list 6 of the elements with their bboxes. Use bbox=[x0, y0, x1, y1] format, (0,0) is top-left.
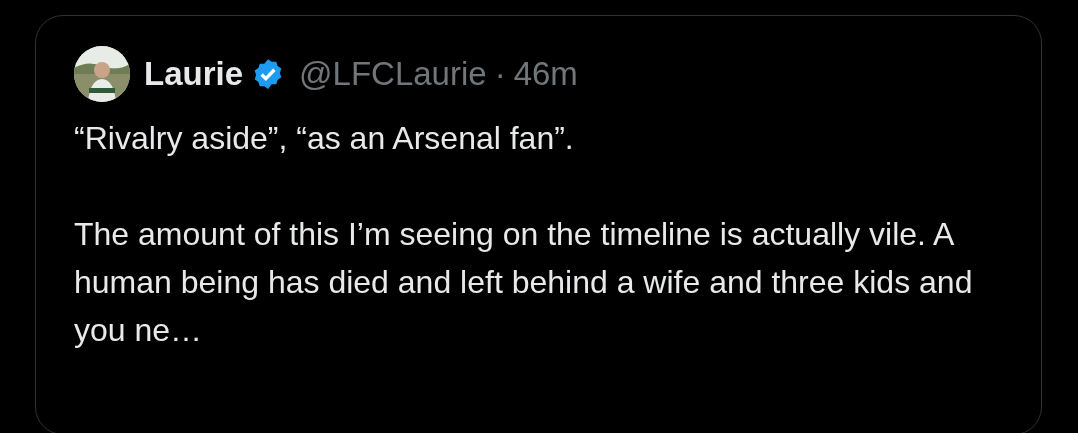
author-name[interactable]: Laurie bbox=[144, 55, 244, 93]
post-time[interactable]: 46m bbox=[513, 55, 578, 93]
author-handle[interactable]: @LFCLaurie bbox=[299, 55, 487, 93]
post-text: “Rivalry aside”, “as an Arsenal fan”. bbox=[74, 119, 575, 158]
separator: · bbox=[494, 55, 506, 93]
post-text: The amount of this I’m seeing on the timeline is actually vile. A human being has died and left behind a wife and three kids and you ne… bbox=[74, 215, 974, 350]
